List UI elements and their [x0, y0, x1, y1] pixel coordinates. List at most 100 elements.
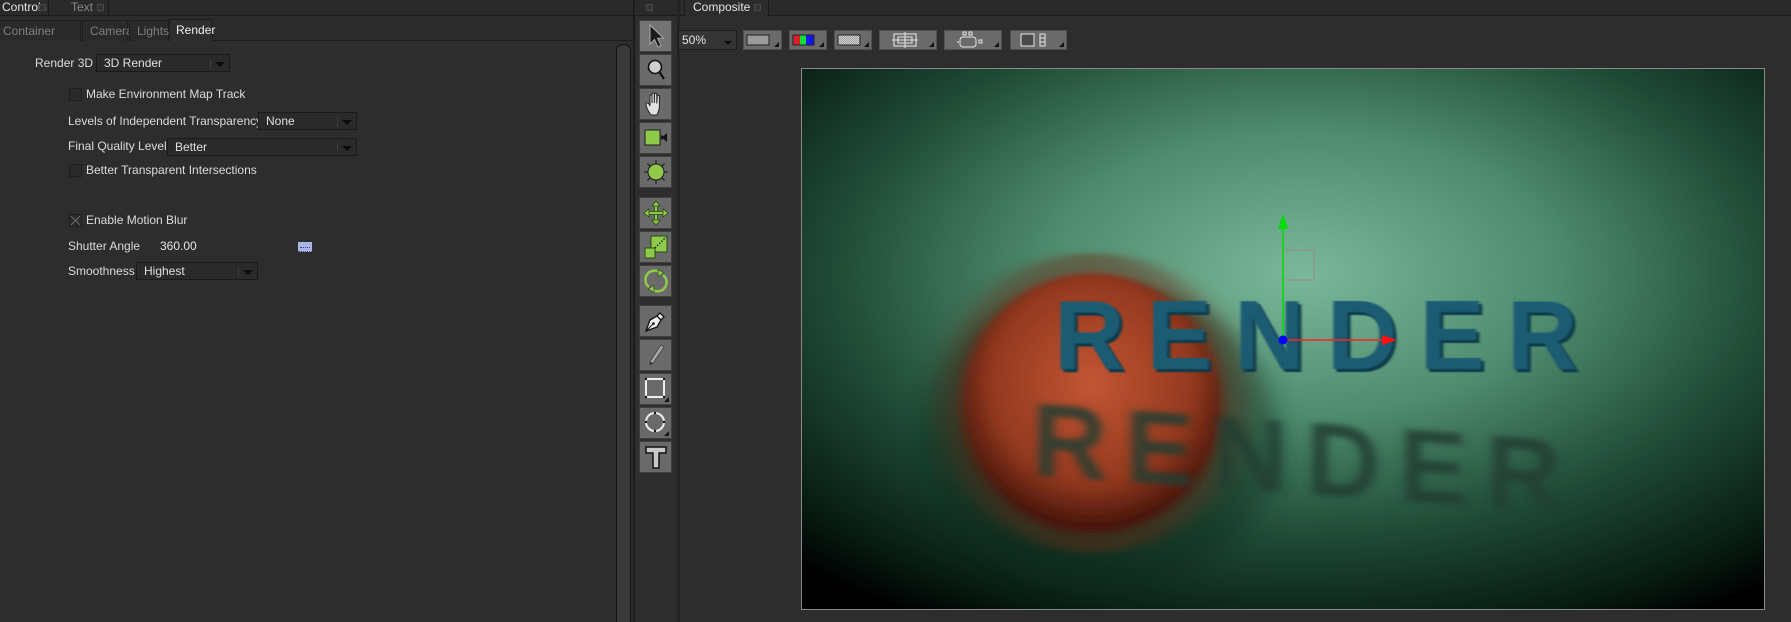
dropdown-separator — [238, 267, 239, 277]
tab-container-position[interactable]: Container Position — [0, 20, 81, 58]
tab-controls[interactable]: Controls — [0, 0, 49, 16]
smoothness-label: Smoothness — [68, 264, 135, 278]
chevron-down-icon — [215, 62, 225, 67]
enable-motion-blur-checkbox[interactable] — [69, 214, 82, 227]
toolbar-header — [636, 0, 676, 16]
arrow-cursor-icon — [649, 23, 665, 48]
make-env-map-track-checkbox[interactable] — [69, 88, 82, 101]
rgb-channels-icon — [792, 34, 815, 46]
tab-composite[interactable]: Composite — [684, 0, 769, 16]
toolbar-divider[interactable] — [677, 0, 680, 622]
chevron-down-icon — [342, 120, 352, 125]
menu-corner-icon — [929, 42, 934, 47]
final-quality-value: Better — [175, 140, 208, 154]
camera-tool-button[interactable] — [639, 122, 672, 154]
chevron-down-icon — [243, 270, 253, 275]
tab-render[interactable]: Render — [169, 19, 215, 41]
zoom-level-value: 50% — [682, 33, 707, 47]
composite-render-canvas[interactable]: RENDER RENDER RENDER — [801, 68, 1765, 610]
text-tool-button[interactable] — [639, 441, 672, 473]
pen-nib-icon — [644, 312, 665, 333]
gizmo-z-origin[interactable] — [1278, 335, 1288, 345]
menu-corner-icon — [819, 42, 824, 47]
text-t-icon — [644, 446, 667, 469]
tools-toolbar — [636, 0, 676, 622]
chevron-down-icon — [342, 146, 352, 151]
tab-composite-label: Composite — [693, 0, 751, 14]
levels-transparency-dropdown[interactable]: None — [258, 112, 357, 130]
rectangle-tool-button[interactable] — [639, 373, 672, 405]
pencil-tool-button[interactable] — [639, 339, 672, 371]
render-controls: Render 3D 3D Render Make Environment Map… — [0, 42, 614, 622]
render-scene: RENDER RENDER RENDER — [802, 69, 1764, 609]
rotate-tool-button[interactable] — [639, 265, 672, 297]
move-tool-button[interactable] — [639, 197, 672, 229]
ellipse-mask-icon — [644, 411, 669, 436]
rgb-channels-button[interactable] — [789, 30, 827, 50]
camera-icon — [644, 129, 667, 146]
rectangle-mask-icon — [644, 377, 669, 402]
camera-view-button[interactable] — [944, 30, 1002, 50]
safe-area-guides-button[interactable] — [879, 30, 937, 50]
dropdown-separator — [337, 143, 338, 153]
chevron-down-icon — [724, 41, 732, 45]
render-3d-value: 3D Render — [104, 56, 163, 70]
toolbar-close-icon[interactable] — [646, 4, 653, 11]
view-layout-button[interactable] — [1010, 30, 1067, 50]
background-swatch-icon — [746, 34, 770, 46]
select-tool-button[interactable] — [639, 20, 672, 52]
safe-area-icon — [892, 32, 918, 48]
make-env-map-track-label: Make Environment Map Track — [86, 87, 246, 101]
tab-lights[interactable]: Lights — [129, 20, 169, 41]
hand-icon — [644, 92, 660, 116]
render-sub-tabbar: Container Position Camera Lights Render — [0, 17, 633, 58]
move-arrows-icon — [642, 200, 669, 226]
light-icon — [643, 160, 668, 184]
controls-panel-tabbar: Controls Text — [0, 0, 633, 16]
shutter-angle-label: Shutter Angle — [68, 239, 141, 253]
view-layout-icon — [1020, 33, 1046, 47]
render-3d-label: Render 3D — [35, 56, 94, 70]
shutter-angle-value[interactable]: 360.00 — [160, 239, 197, 253]
levels-transparency-value: None — [266, 114, 295, 128]
ellipse-tool-button[interactable] — [639, 407, 672, 439]
pencil-icon — [649, 344, 665, 366]
title-text: RENDER — [1054, 280, 1600, 390]
checkerboard-icon — [837, 34, 861, 46]
camera-view-icon — [957, 31, 983, 48]
final-quality-label: Final Quality Level — [68, 139, 167, 153]
background-color-button[interactable] — [743, 30, 782, 50]
better-transparent-label: Better Transparent Intersections — [86, 163, 257, 177]
zoom-level-dropdown[interactable]: 50% — [678, 30, 737, 50]
smoothness-dropdown[interactable]: Highest — [136, 262, 258, 280]
tab-text[interactable]: Text — [49, 0, 109, 16]
rotate-icon — [643, 268, 668, 294]
better-transparent-checkbox[interactable] — [69, 164, 82, 177]
controls-scrollbar[interactable] — [614, 42, 633, 622]
keyframe-icon[interactable] — [298, 242, 312, 252]
viewer-tabbar: Composite — [680, 0, 1791, 16]
tab-composite-close-icon[interactable] — [754, 4, 761, 11]
hand-tool-button[interactable] — [639, 88, 672, 120]
menu-corner-icon — [1059, 42, 1064, 47]
tab-text-label: Text — [71, 0, 94, 14]
scale-icon — [644, 235, 667, 259]
panel-divider[interactable] — [633, 0, 635, 622]
scale-tool-button[interactable] — [639, 231, 672, 263]
levels-transparency-label: Levels of Independent Transparency — [68, 114, 263, 128]
final-quality-dropdown[interactable]: Better — [167, 138, 357, 156]
transparency-checker-button[interactable] — [834, 30, 872, 50]
zoom-tool-button[interactable] — [639, 54, 672, 86]
light-tool-button[interactable] — [639, 156, 672, 188]
smoothness-value: Highest — [144, 264, 185, 278]
scrollbar-thumb[interactable] — [616, 44, 631, 622]
enable-motion-blur-label: Enable Motion Blur — [86, 213, 188, 227]
pen-tool-button[interactable] — [639, 305, 672, 337]
menu-corner-icon — [994, 42, 999, 47]
tab-camera[interactable]: Camera — [82, 20, 133, 41]
tab-controls-close-icon[interactable] — [39, 4, 46, 11]
dropdown-separator — [337, 117, 338, 127]
render-3d-dropdown[interactable]: 3D Render — [96, 54, 230, 72]
tab-text-close-icon[interactable] — [97, 4, 104, 11]
magnifier-icon — [647, 59, 665, 80]
